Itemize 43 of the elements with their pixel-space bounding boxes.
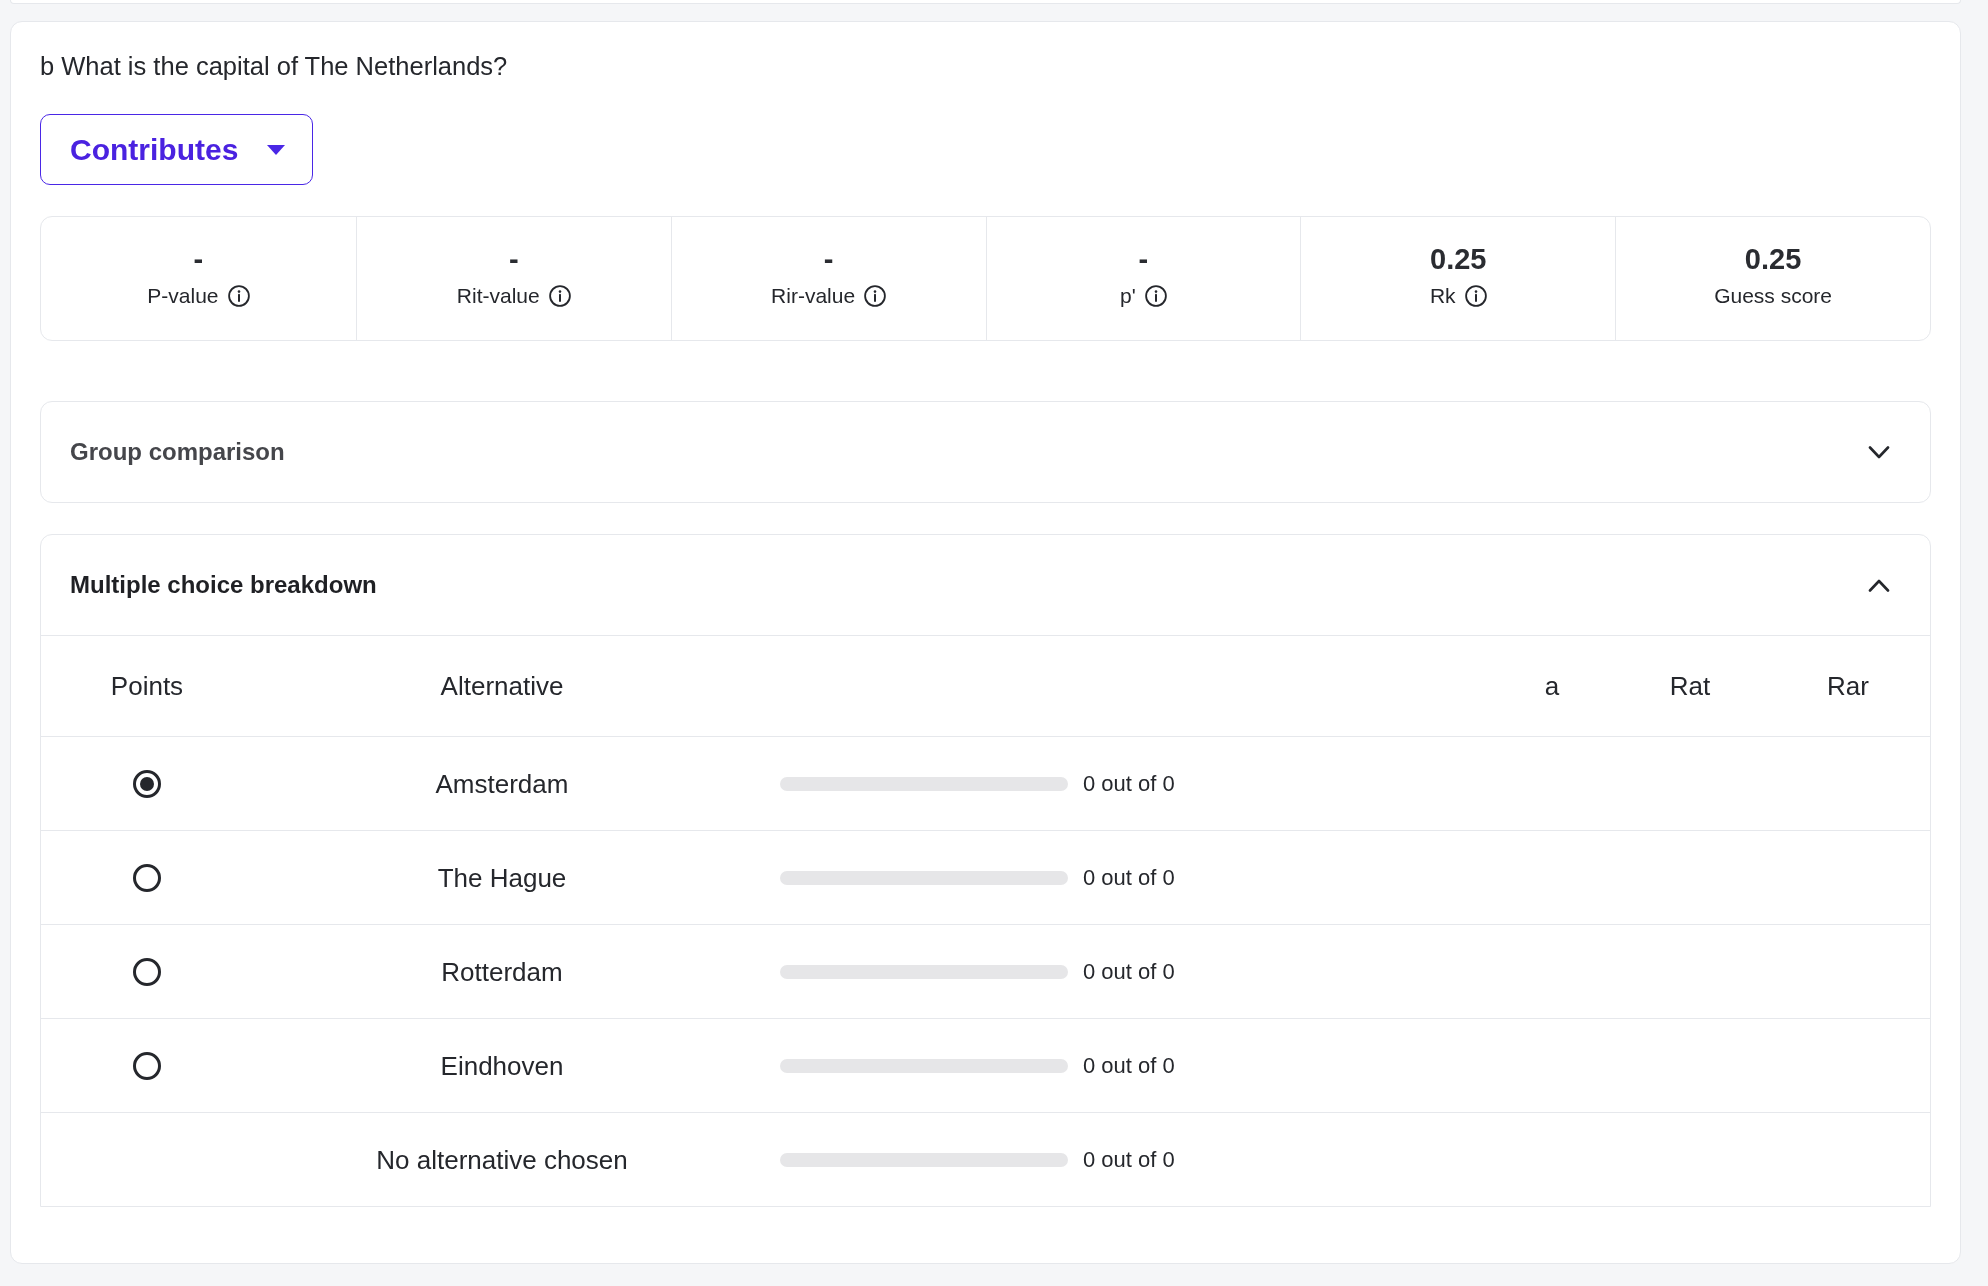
info-icon[interactable] [864, 285, 887, 307]
column-header: Rar [1826, 670, 1870, 702]
stat-value: 0.25 [1430, 242, 1487, 277]
count-text: 0 out of 0 [1083, 863, 1175, 892]
table-cell-text: Rotterdam [440, 955, 564, 988]
count-text: 0 out of 0 [1083, 1145, 1175, 1174]
stat-value: 0.25 [1744, 242, 1802, 277]
chevron-down-icon [1868, 445, 1890, 459]
stat-label: p' [1120, 283, 1136, 309]
table-cell-text: Amsterdam [434, 767, 570, 800]
radio-button[interactable] [133, 957, 161, 986]
stat-value: - [508, 242, 519, 277]
radio-button[interactable] [133, 769, 161, 798]
column-header: a [1543, 670, 1561, 702]
table-cell-text: The Hague [436, 861, 568, 894]
accordion-header[interactable]: Group comparison [41, 402, 1930, 502]
stat-label: Rir-value [771, 283, 856, 309]
radio-button[interactable] [133, 1051, 161, 1080]
caret-icon [267, 144, 285, 155]
table-cell-text: Eindhoven [439, 1049, 565, 1082]
table-cell-text: No alternative chosen [375, 1143, 629, 1176]
info-icon[interactable] [1464, 285, 1487, 307]
stat-value: - [193, 242, 204, 277]
info-icon[interactable] [548, 285, 571, 307]
count-text: 0 out of 0 [1083, 769, 1175, 798]
stat-label: Rit-value [456, 283, 540, 309]
column-header: Rat [1668, 670, 1712, 702]
stat-label: Rk [1429, 283, 1456, 309]
stat-label: P-value [147, 283, 219, 309]
info-icon[interactable] [227, 285, 250, 307]
count-text: 0 out of 0 [1083, 1051, 1175, 1080]
info-icon[interactable] [1144, 285, 1167, 307]
column-header: Alternative [439, 670, 565, 702]
stat-value: - [823, 242, 834, 277]
chevron-up-icon [1868, 578, 1890, 592]
question-text: b What is the capital of The Netherlands? [40, 51, 509, 82]
dropdown-button[interactable]: Contributes [40, 114, 313, 185]
stat-value: - [1138, 242, 1149, 277]
column-header: Points [109, 670, 185, 702]
stat-label: Guess score [1714, 283, 1832, 309]
radio-button[interactable] [133, 863, 161, 892]
count-text: 0 out of 0 [1083, 957, 1175, 986]
accordion-header[interactable]: Multiple choice breakdown [41, 535, 1930, 636]
